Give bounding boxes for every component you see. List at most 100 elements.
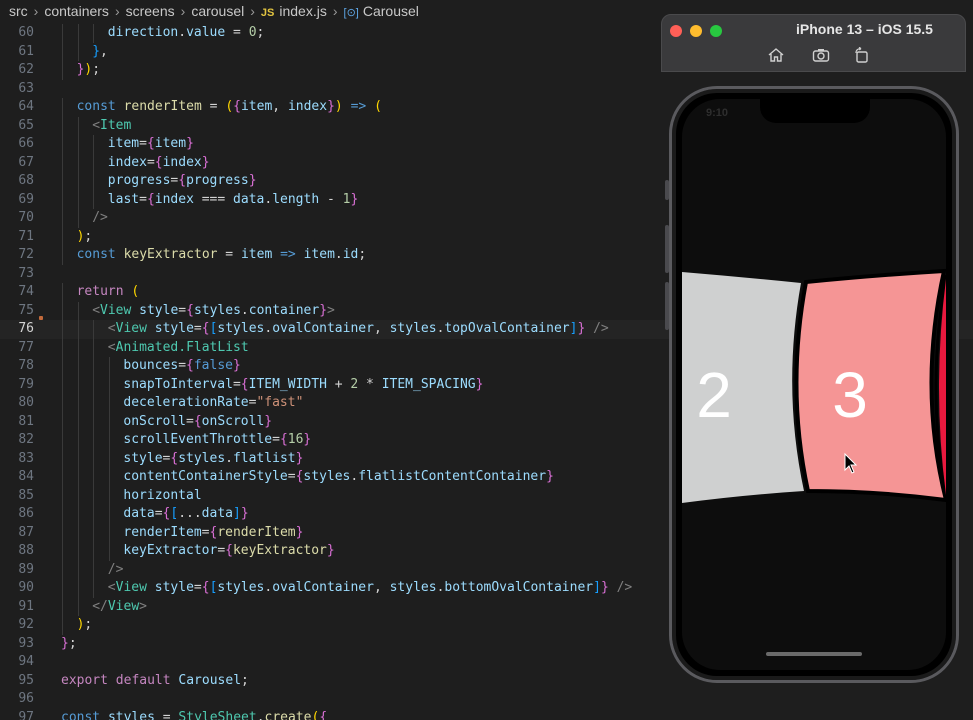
code-token: = [178,358,187,373]
chevron-right-icon: › [332,3,338,19]
phone-screen[interactable]: 2 3 9:10 [682,99,946,670]
indent-guide [108,468,110,487]
indent-guide [62,542,63,561]
code-line[interactable]: 97 const styles = StyleSheet.create({ [0,709,973,720]
code-token: = [217,543,226,558]
code-token: snapToInterval [123,376,233,392]
code-token: { [233,99,241,114]
indent-guide [62,486,63,505]
screenshot-icon[interactable] [812,47,830,63]
code-token: ; [84,228,93,244]
breadcrumb-item-symbol[interactable]: Carousel [363,3,419,19]
breadcrumb-item-containers[interactable]: containers [44,3,109,19]
code-token: progress [107,173,171,188]
rotate-icon[interactable] [853,46,871,63]
indent-guide [62,301,63,320]
chevron-right-icon: › [180,3,186,19]
indent-guide [62,394,63,413]
code-token: = [139,191,147,207]
indent-guide [62,172,63,191]
code-token: = [232,376,241,392]
indent-guide [77,597,79,616]
code-text: bounces={false} [123,357,240,376]
code-token: = [287,469,296,484]
code-token: keyExtractor [123,247,218,262]
code-token: ... [178,506,202,521]
breadcrumb-item-screens[interactable]: screens [126,3,175,19]
indent-guide [77,523,79,542]
line-number: 95 [18,672,34,688]
indent-guide [77,449,79,468]
indent-guide [77,42,79,61]
code-token: const [76,99,124,114]
code-token: index [287,99,328,114]
breadcrumb-item-src[interactable]: src [9,3,28,19]
indent-guide [93,375,95,394]
code-token: ; [92,62,101,77]
code-token: ITEM_WIDTH [248,376,327,392]
code-token: "fast" [256,395,304,410]
indent-guide [77,394,79,413]
indent-guide [77,505,79,524]
code-token: create [264,709,312,720]
code-token: + [326,376,351,392]
home-icon[interactable] [767,47,785,63]
home-indicator[interactable] [766,652,862,656]
indent-guide [93,338,95,357]
indent-guide [93,468,95,487]
code-token: . [334,247,343,262]
code-token: < [107,321,116,336]
line-number: 63 [18,80,34,96]
code-token: renderItem [123,99,202,114]
code-text: const keyExtractor = item => item.id; [77,246,367,265]
code-token: decelerationRate [123,395,249,410]
simulator-title: iPhone 13 – iOS 15.5 [796,21,933,37]
indent-guide [62,42,63,61]
code-token: View [115,580,155,595]
code-token: styles [217,580,265,595]
line-number: 62 [18,62,34,77]
line-number: 80 [18,395,34,410]
code-token: => [280,247,296,262]
line-number: 92 [18,617,34,632]
simulator-titlebar[interactable]: iPhone 13 – iOS 15.5 [661,14,966,72]
code-token: renderItem [123,524,202,540]
code-token: => [350,99,367,114]
symbol-icon: [⊙] [343,7,359,19]
code-token: ; [256,25,265,40]
indent-guide [62,357,63,376]
code-token: styles [107,709,155,720]
code-token: styles [178,450,226,466]
code-text: const styles = StyleSheet.create({ [61,709,327,720]
code-token: item [240,247,273,262]
indent-guide [77,468,79,487]
code-token: horizontal [123,487,202,503]
code-token: styles [217,321,265,336]
code-token: = [146,154,155,170]
carousel[interactable]: 2 3 [682,99,946,670]
code-line[interactable]: 96 [0,690,973,709]
breadcrumb-item-file[interactable]: index.js [279,3,326,19]
code-token: </ [92,598,108,614]
code-text: data={[...data]} [123,505,248,524]
code-token: ] [232,506,241,521]
code-token: } [295,524,304,540]
line-number: 67 [18,154,34,170]
code-token: flatlistContentContainer [358,469,547,484]
code-token: } [186,136,194,151]
line-number: 79 [18,376,34,392]
code-text: horizontal [123,487,201,506]
code-token: styles [389,321,437,336]
code-token: scrollEventThrottle [123,432,273,447]
breadcrumb-item-carousel[interactable]: carousel [191,3,244,19]
code-token: . [225,450,233,466]
code-token: , [373,321,390,336]
code-token: last [107,191,140,207]
breakpoint-marker [39,316,43,320]
indent-guide [93,412,95,431]
code-token: [ [170,506,179,521]
code-token: { [146,136,155,151]
indent-guide [108,412,110,431]
code-token: { [240,376,249,392]
